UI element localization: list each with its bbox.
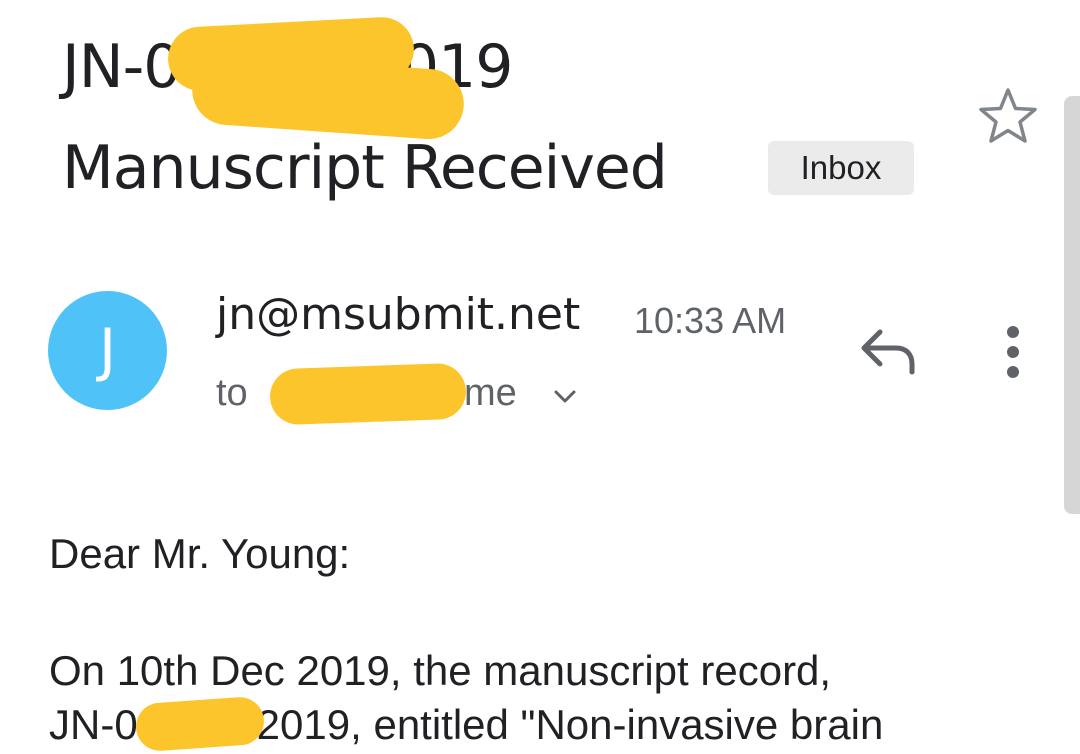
chevron-down-icon[interactable] (550, 382, 580, 412)
to-label: to (216, 372, 248, 414)
reply-icon[interactable] (856, 322, 920, 378)
inbox-label-chip[interactable]: Inbox (768, 141, 914, 195)
sender-avatar[interactable]: J (48, 291, 167, 410)
redaction-mark-body (134, 695, 266, 753)
star-icon[interactable] (976, 84, 1040, 148)
scrollbar-thumb[interactable] (1064, 96, 1080, 514)
more-vert-icon[interactable] (995, 320, 1031, 384)
me-label: me (464, 372, 517, 414)
email-greeting: Dear Mr. Young: (49, 530, 351, 577)
redaction-mark-recipient (269, 362, 467, 426)
email-subject-line2: Manuscript Received (62, 133, 668, 203)
sent-time: 10:33 AM (634, 300, 787, 341)
sender-address[interactable]: jn@msubmit.net (216, 293, 580, 337)
email-body-line1: On 10th Dec 2019, the manuscript record, (49, 647, 832, 694)
